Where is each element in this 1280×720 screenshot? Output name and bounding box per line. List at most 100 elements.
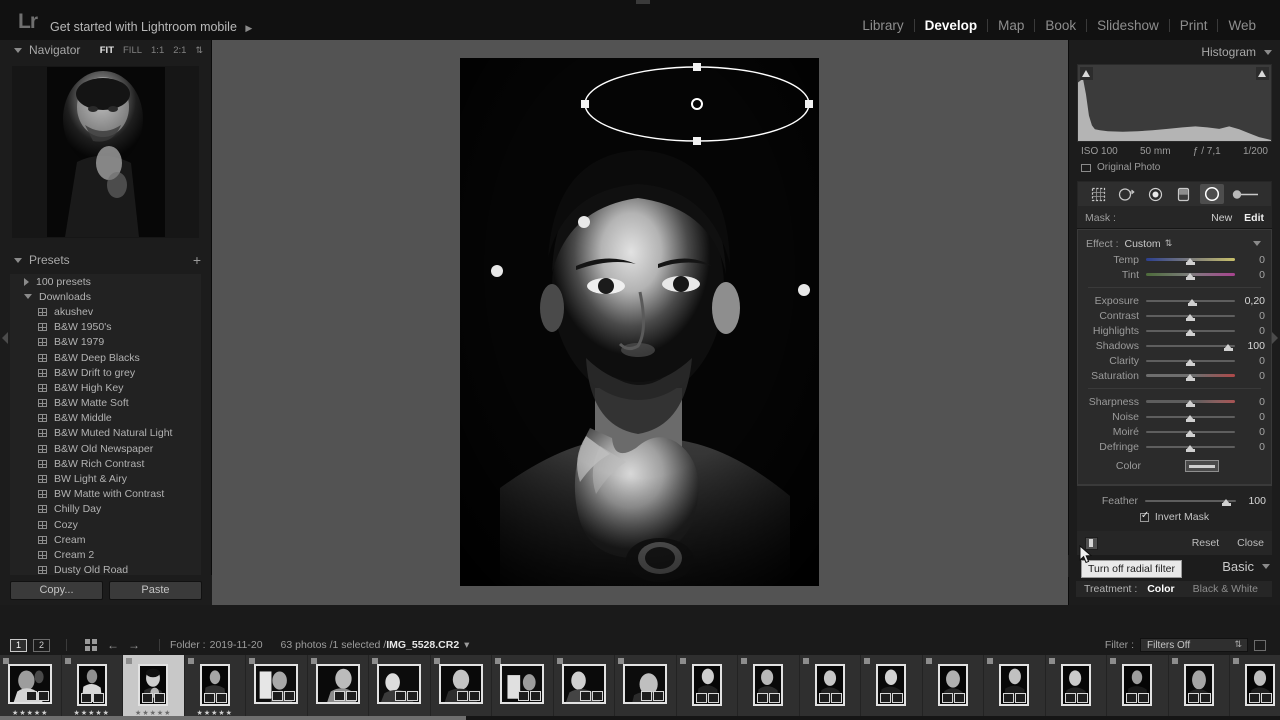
histogram-header[interactable]: Histogram xyxy=(1069,40,1280,64)
radial-handle-bottom[interactable] xyxy=(693,137,701,145)
list-item[interactable]: Cozy xyxy=(10,517,201,532)
slider-moire[interactable]: Moiré 0 xyxy=(1078,424,1271,439)
list-item[interactable]: B&W 1950's xyxy=(10,320,201,335)
slider-sharpness[interactable]: Sharpness 0 xyxy=(1078,394,1271,409)
module-map[interactable]: Map xyxy=(988,18,1034,33)
list-item[interactable]: BW Matte with Contrast xyxy=(10,487,201,502)
thumbnail[interactable] xyxy=(1122,664,1153,706)
invert-mask-checkbox[interactable]: Invert Mask xyxy=(1077,508,1272,526)
chevron-down-icon[interactable] xyxy=(1264,49,1272,55)
list-item[interactable]: B&W Matte Soft xyxy=(10,396,201,411)
preset-group-downloads[interactable]: Downloads xyxy=(10,289,201,304)
histogram-chart[interactable] xyxy=(1077,64,1272,142)
thumbnail[interactable] xyxy=(753,664,784,706)
list-item[interactable] xyxy=(861,655,923,720)
filename-dropdown-icon[interactable]: ▾ xyxy=(464,639,469,651)
filmstrip-scrollbar[interactable] xyxy=(0,716,1280,720)
slider-defringe[interactable]: Defringe 0 xyxy=(1078,439,1271,454)
slider-exposure[interactable]: Exposure 0,20 xyxy=(1078,293,1271,308)
list-item[interactable]: Cream xyxy=(10,532,201,547)
main-photo[interactable] xyxy=(460,58,819,586)
current-filename[interactable]: IMG_5528.CR2 xyxy=(386,639,459,651)
thumbnail[interactable] xyxy=(999,664,1030,706)
right-panel-collapse-arrow[interactable] xyxy=(1272,332,1278,344)
thumbnail[interactable] xyxy=(315,664,360,704)
thumbnail[interactable] xyxy=(1183,664,1214,706)
list-item[interactable] xyxy=(246,655,308,720)
spot-removal-tool[interactable] xyxy=(1115,184,1139,204)
slider-feather[interactable]: Feather 100 xyxy=(1077,493,1272,508)
color-swatch[interactable] xyxy=(1185,460,1219,472)
copy-button[interactable]: Copy... xyxy=(10,580,103,600)
slider-knob[interactable] xyxy=(1186,398,1195,407)
image-canvas[interactable] xyxy=(212,40,1068,605)
radial-filter-tool[interactable] xyxy=(1200,184,1225,204)
list-item[interactable]: B&W Muted Natural Light xyxy=(10,426,201,441)
list-item[interactable]: B&W 1979 xyxy=(10,335,201,350)
mask-edit-button[interactable]: Edit xyxy=(1244,212,1264,224)
list-item[interactable] xyxy=(553,655,615,720)
original-photo-toggle[interactable]: Original Photo xyxy=(1081,162,1280,173)
slider-contrast[interactable]: Contrast 0 xyxy=(1078,308,1271,323)
red-eye-tool[interactable] xyxy=(1143,184,1167,204)
highlight-clipping-indicator[interactable] xyxy=(1256,67,1269,80)
navigator-preview[interactable] xyxy=(12,66,199,238)
module-develop[interactable]: Develop xyxy=(915,18,988,33)
stepper-icon[interactable]: ⇅ xyxy=(1165,238,1173,249)
list-item[interactable] xyxy=(676,655,738,720)
slider-shadows[interactable]: Shadows 100 xyxy=(1078,338,1271,353)
list-item[interactable]: akushev xyxy=(10,304,201,319)
list-item[interactable]: B&W High Key xyxy=(10,380,201,395)
navigator-header[interactable]: Navigator FIT FILL 1:1 2:1 ⇅ xyxy=(0,40,211,60)
preset-group-100-presets[interactable]: 100 presets xyxy=(10,274,201,289)
slider-saturation[interactable]: Saturation 0 xyxy=(1078,368,1271,383)
list-item[interactable] xyxy=(738,655,800,720)
panel-close-button[interactable]: Close xyxy=(1237,537,1264,549)
slider-knob[interactable] xyxy=(1186,413,1195,422)
list-item[interactable]: ★★★★★ xyxy=(123,655,185,720)
edit-pin-1[interactable] xyxy=(578,216,590,228)
thumbnail[interactable] xyxy=(1060,664,1091,706)
list-item[interactable]: B&W Rich Contrast xyxy=(10,456,201,471)
slider-track[interactable] xyxy=(1146,326,1235,336)
edit-pin-2[interactable] xyxy=(491,265,503,277)
list-item[interactable] xyxy=(307,655,369,720)
go-forward-icon[interactable]: → xyxy=(128,638,140,652)
add-preset-icon[interactable]: + xyxy=(193,253,201,267)
thumbnail[interactable] xyxy=(561,664,606,704)
module-library[interactable]: Library xyxy=(852,18,913,33)
slider-track[interactable] xyxy=(1146,255,1235,265)
chevron-down-icon[interactable] xyxy=(1253,241,1261,246)
list-item[interactable] xyxy=(1045,655,1107,720)
filter-select[interactable]: Filters Off xyxy=(1140,638,1248,652)
slider-track[interactable] xyxy=(1146,397,1235,407)
list-item[interactable]: B&W Middle xyxy=(10,411,201,426)
thumbnail[interactable] xyxy=(1245,664,1276,706)
radial-handle-top[interactable] xyxy=(693,63,701,71)
screen-1-button[interactable]: 1 xyxy=(10,638,27,652)
zoom-stepper-icon[interactable]: ⇅ xyxy=(195,45,203,56)
slider-knob[interactable] xyxy=(1187,297,1197,306)
radial-handle-left[interactable] xyxy=(581,100,589,108)
slider-knob[interactable] xyxy=(1186,271,1195,280)
filter-toggle-button[interactable] xyxy=(1254,639,1266,651)
module-print[interactable]: Print xyxy=(1170,18,1218,33)
chevron-down-icon[interactable] xyxy=(1262,563,1270,569)
slider-temp[interactable]: Temp 0 xyxy=(1078,252,1271,267)
edit-pin-3[interactable] xyxy=(798,284,810,296)
list-item[interactable]: B&W Deep Blacks xyxy=(10,350,201,365)
slider-knob[interactable] xyxy=(1186,357,1195,366)
list-item[interactable]: ★★★★★ xyxy=(0,655,62,720)
grid-view-icon[interactable] xyxy=(85,639,97,651)
disclosure-triangle-icon[interactable] xyxy=(14,47,22,53)
slider-tint[interactable]: Tint 0 xyxy=(1078,267,1271,282)
slider-track[interactable] xyxy=(1145,496,1236,506)
panel-reset-button[interactable]: Reset xyxy=(1192,537,1219,549)
slider-knob[interactable] xyxy=(1186,327,1195,336)
radial-filter-center-pin[interactable] xyxy=(691,98,703,110)
zoom-1-1[interactable]: 1:1 xyxy=(151,45,164,56)
zoom-fill[interactable]: FILL xyxy=(123,45,142,56)
slider-track[interactable] xyxy=(1146,296,1235,306)
treatment-bw-option[interactable]: Black & White xyxy=(1193,583,1258,595)
thumbnail[interactable] xyxy=(377,664,422,704)
